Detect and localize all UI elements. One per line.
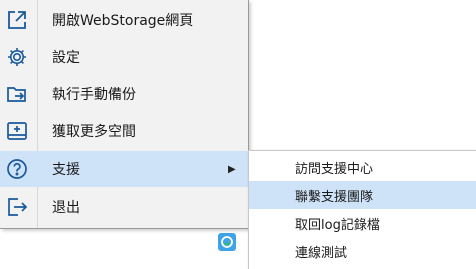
submenu-item-contact-support-team[interactable]: 聯繫支援團隊 [249, 181, 476, 209]
submenu-item-connection-test[interactable]: 連線測試 [249, 237, 476, 265]
open-external-icon [4, 7, 30, 33]
submenu-arrow-icon: ▶ [228, 163, 236, 175]
menu-item-label: 獲取更多空間 [52, 124, 136, 140]
submenu-item-label: 聯繫支援團隊 [295, 189, 374, 205]
folder-arrow-icon [4, 81, 30, 107]
gear-icon [4, 44, 30, 70]
menu-item-manual-backup[interactable]: 執行手動備份 [0, 76, 248, 112]
help-circle-icon [4, 156, 30, 182]
menu-item-label: 設定 [52, 50, 80, 66]
submenu-item-label: 取回log記錄檔 [295, 217, 380, 233]
exit-icon [4, 194, 30, 220]
support-submenu: 訪問支援中心 聯繫支援團隊 取回log記錄檔 連線測試 [248, 150, 476, 269]
menu-item-open-webstorage[interactable]: 開啟WebStorage網頁 [0, 2, 248, 38]
context-menu: 開啟WebStorage網頁 設定 執行手動備份 獲取更多空間 支援 ▶ 退出 [0, 0, 249, 229]
submenu-item-label: 連線測試 [295, 245, 348, 261]
submenu-item-label: 訪問支援中心 [295, 161, 374, 177]
storage-add-icon [4, 118, 30, 144]
menu-item-label: 執行手動備份 [52, 87, 136, 103]
menu-item-label: 退出 [52, 200, 80, 216]
submenu-item-visit-support-center[interactable]: 訪問支援中心 [249, 153, 476, 181]
menu-item-exit[interactable]: 退出 [0, 189, 248, 225]
menu-item-settings[interactable]: 設定 [0, 39, 248, 75]
menu-item-label: 支援 [52, 162, 80, 178]
menu-item-label: 開啟WebStorage網頁 [52, 13, 194, 29]
menu-item-get-more-space[interactable]: 獲取更多空間 [0, 113, 248, 149]
submenu-item-retrieve-log[interactable]: 取回log記錄檔 [249, 209, 476, 237]
webstorage-tray-icon[interactable] [218, 233, 236, 251]
menu-item-support[interactable]: 支援 ▶ [0, 151, 248, 187]
